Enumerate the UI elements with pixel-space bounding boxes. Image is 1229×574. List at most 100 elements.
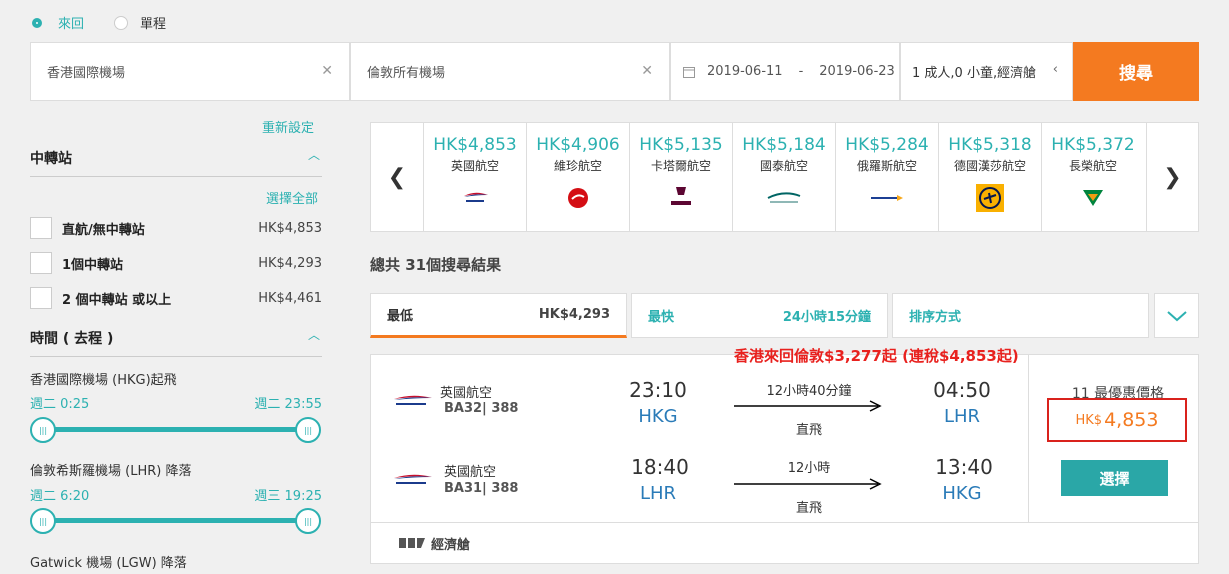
arrival-airport: HKG [942, 483, 982, 504]
checkbox[interactable] [30, 287, 52, 309]
airline-card[interactable]: HK$5,372 長榮航空 [1041, 123, 1144, 231]
stop-option-label: 2 個中轉站 或以上 [62, 292, 172, 308]
ba-logo-icon [394, 395, 432, 405]
airline-price: HK$5,184 [742, 135, 826, 155]
qatar-logo-icon [656, 184, 706, 212]
slider-label: Gatwick 機場 (LGW) 降落 [30, 556, 187, 571]
airline-name: 卡塔爾航空 [650, 159, 711, 173]
sort-tab-fastest[interactable]: 最快 24小時15分鐘 [631, 293, 888, 338]
airline-card[interactable]: HK$4,853 英國航空 [423, 123, 526, 231]
slider-max: 週三 19:25 [254, 489, 322, 504]
sort-tab-cheapest[interactable]: 最低 HK$4,293 [370, 293, 627, 338]
flight-stops: 直飛 [795, 501, 822, 516]
clear-origin-icon[interactable]: ✕ [321, 63, 333, 79]
price-highlight: HK$ 4,853 [1047, 398, 1187, 442]
airline-price: HK$5,284 [845, 135, 929, 155]
airline-price: HK$4,853 [433, 135, 517, 155]
cathay-logo-icon [759, 184, 809, 212]
airline-card[interactable]: HK$4,906 維珍航空 [526, 123, 629, 231]
sort-tab-value: HK$4,293 [538, 307, 610, 322]
cabin-class-footer: 經濟艙 [370, 523, 1199, 564]
airline-card[interactable]: HK$5,135 卡塔爾航空 [629, 123, 732, 231]
reset-link[interactable]: 重新設定 [262, 117, 314, 136]
sort-tab-label: 最低 [387, 309, 414, 324]
sort-by-dropdown[interactable]: 排序方式 [892, 293, 1149, 338]
airline-card[interactable]: HK$5,184 國泰航空 [732, 123, 835, 231]
origin-value: 香港國際機場 [47, 66, 126, 81]
departure-time: 23:10 [629, 378, 687, 402]
slider-handle-min[interactable]: ||| [30, 417, 56, 443]
airline-name: 俄羅斯航空 [856, 159, 917, 173]
slider-max: 週二 23:55 [254, 397, 322, 412]
date-separator: - [798, 64, 804, 79]
sort-by-label: 排序方式 [909, 310, 962, 325]
flight-duration: 12小時40分鐘 [766, 384, 852, 399]
promo-annotation: 香港來回倫敦$3,277起 (連稅$4,853起) [734, 347, 1019, 365]
radio-one-way-label: 單程 [140, 17, 167, 32]
airline-price: HK$4,906 [536, 135, 620, 155]
stop-option-label: 直航/無中轉站 [62, 222, 145, 238]
checkbox[interactable] [30, 252, 52, 274]
radio-round-trip-label: 來回 [58, 17, 85, 32]
airline-price: HK$5,318 [948, 135, 1032, 155]
stop-option-two-plus[interactable]: 2 個中轉站 或以上 HK$4,461 [30, 287, 322, 309]
airline-carousel: ❮ HK$4,853 英國航空 HK$4,906 維珍航空 HK$5,135 卡… [370, 122, 1199, 232]
date-range-input[interactable]: 2019-06-11 - 2019-06-23 [670, 42, 900, 101]
radio-one-way[interactable]: 單程 [114, 13, 166, 32]
slider-track[interactable] [42, 518, 308, 523]
chevron-left-icon[interactable]: ❮ [371, 123, 423, 231]
arrow-right-icon [734, 400, 882, 412]
radio-round-trip[interactable]: 來回 [30, 13, 84, 32]
slider-handle-max[interactable]: ||| [295, 508, 321, 534]
select-all-link[interactable]: 選擇全部 [266, 188, 318, 207]
origin-input[interactable]: 香港國際機場 ✕ [30, 42, 350, 101]
stops-filter-header[interactable]: 中轉站 ︿ [30, 148, 322, 177]
airline-price: HK$5,372 [1051, 135, 1135, 155]
checkbox[interactable] [30, 217, 52, 239]
chevron-up-icon: ︿ [307, 148, 320, 162]
airline-card[interactable]: HK$5,318 德國漢莎航空 [938, 123, 1041, 231]
results-count: 總共 31個搜尋結果 [370, 256, 502, 274]
stop-option-price: HK$4,461 [258, 290, 322, 306]
stop-option-label: 1個中轉站 [62, 257, 124, 273]
chevron-right-icon[interactable]: ❯ [1146, 123, 1198, 231]
radio-dot [32, 17, 42, 28]
passenger-selector[interactable]: 1 成人,0 小童,經濟艙 ‹ [900, 42, 1073, 101]
stop-option-nonstop[interactable]: 直航/無中轉站 HK$4,853 [30, 217, 322, 239]
sort-tab-label: 最快 [648, 310, 675, 325]
slider-label: 香港國際機場 (HKG)起飛 [30, 373, 177, 388]
clear-destination-icon[interactable]: ✕ [641, 63, 653, 79]
return-date: 2019-06-23 [819, 64, 895, 79]
slider-track[interactable] [42, 427, 308, 432]
destination-input[interactable]: 倫敦所有機場 ✕ [350, 42, 670, 101]
stop-option-price: HK$4,853 [258, 220, 322, 236]
cabin-class-label: 經濟艙 [431, 537, 471, 553]
virgin-logo-icon [553, 184, 603, 212]
stops-filter-title: 中轉站 [30, 151, 72, 167]
arrival-time: 13:40 [935, 455, 993, 479]
time-filter-header[interactable]: 時間 ( 去程 ) ︿ [30, 328, 322, 357]
lufthansa-logo-icon [965, 184, 1015, 212]
stop-option-one[interactable]: 1個中轉站 HK$4,293 [30, 252, 322, 274]
price-amount: 4,853 [1104, 409, 1159, 431]
aeroflot-logo-icon [862, 184, 912, 212]
flight-duration: 12小時 [787, 461, 831, 476]
chevron-up-icon: ︿ [307, 328, 320, 342]
airline-name: 維珍航空 [553, 159, 602, 173]
eva-logo-icon [1068, 184, 1118, 212]
slider-min: 週二 0:25 [30, 397, 90, 412]
search-button[interactable]: 搜尋 [1073, 42, 1199, 101]
slider-range: 週二 6:20 週三 19:25 [30, 485, 322, 504]
select-flight-button[interactable]: 選擇 [1061, 460, 1168, 496]
leg-flight-code: BA32| 388 [444, 401, 519, 416]
airline-price: HK$5,135 [639, 135, 723, 155]
flight-stops: 直飛 [795, 423, 822, 438]
airline-card[interactable]: HK$5,284 俄羅斯航空 [835, 123, 938, 231]
ba-logo-icon [394, 474, 432, 484]
slider-handle-max[interactable]: ||| [295, 417, 321, 443]
destination-value: 倫敦所有機場 [367, 66, 446, 81]
sort-expand-button[interactable] [1154, 293, 1199, 338]
chevron-down-icon [1166, 310, 1187, 321]
arrival-time: 04:50 [933, 378, 991, 402]
slider-handle-min[interactable]: ||| [30, 508, 56, 534]
